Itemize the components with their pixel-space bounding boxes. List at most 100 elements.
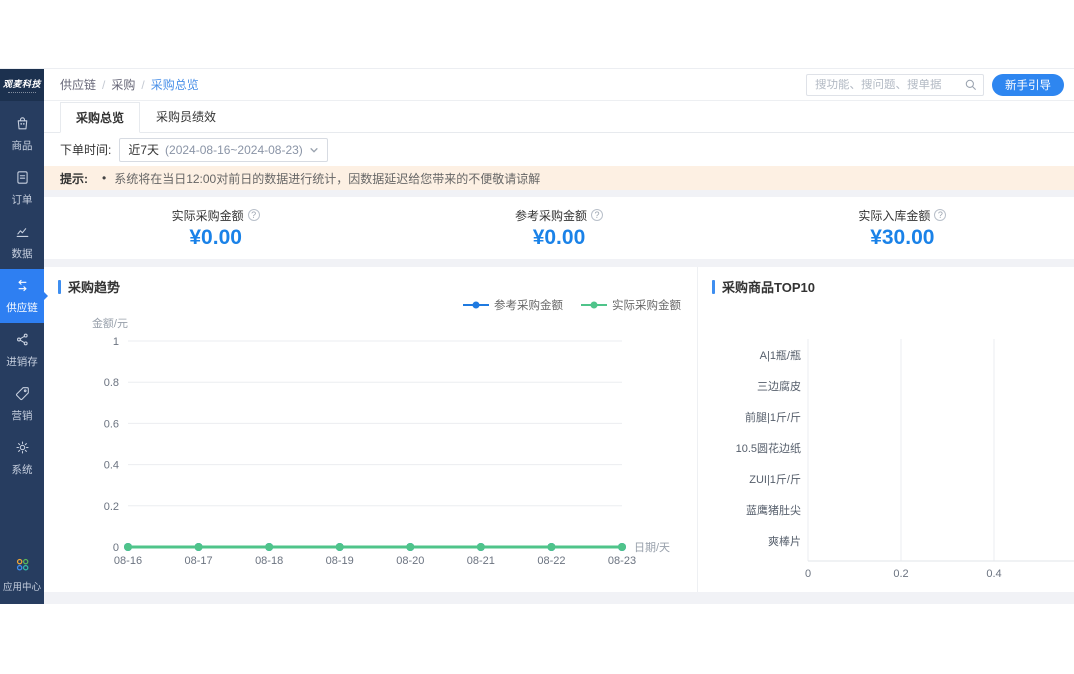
trend-line-chart: 0 0.2 0.4 0.6 0.8 1 金额/元 08-16 08-17 08-18 08-19 08… (92, 316, 670, 567)
sidebar-item-进销存[interactable]: 进销存 (0, 323, 44, 377)
app-grid-icon (14, 556, 31, 576)
svg-text:08-18: 08-18 (255, 555, 283, 567)
supply-chain-icon (14, 277, 31, 297)
svg-text:0.4: 0.4 (986, 568, 1001, 580)
metric-label: 实际采购金额 (171, 208, 244, 223)
help-question-icon[interactable]: ? (934, 209, 947, 221)
bag-icon (14, 115, 31, 135)
sidebar-item-label: 供应链 (6, 302, 38, 314)
svg-text:1: 1 (113, 336, 119, 348)
metric-value: ¥30.00 (870, 225, 935, 249)
svg-text:0.8: 0.8 (104, 377, 119, 389)
svg-text:0: 0 (805, 568, 811, 580)
sidebar-item-label: 营销 (11, 410, 33, 422)
order-icon (14, 169, 31, 189)
marketing-tag-icon (14, 385, 31, 405)
svg-text:08-21: 08-21 (467, 555, 495, 567)
metric-value: ¥0.00 (532, 225, 586, 249)
svg-text:10.5圆花边纸: 10.5圆花边纸 (736, 442, 801, 455)
sidebar-item-label: 数据 (11, 248, 33, 260)
svg-text:0.2: 0.2 (104, 501, 119, 513)
breadcrumb-item-采购总览: 采购总览 (150, 78, 199, 92)
sidebar-item-label: 应用中心 (2, 581, 41, 593)
svg-text:0.2: 0.2 (893, 568, 908, 580)
metric-label: 实际入库金额 (858, 208, 931, 223)
notice-bullet: • (102, 171, 107, 185)
svg-text:08-23: 08-23 (608, 555, 636, 567)
breadcrumb-separator: / (141, 77, 145, 92)
notice-label: 提示: (60, 171, 88, 186)
svg-text:08-16: 08-16 (114, 555, 142, 567)
search-icon[interactable] (964, 78, 977, 91)
svg-text:0.6: 0.6 (104, 418, 119, 430)
sidebar-item-label: 订单 (11, 194, 33, 206)
metric-参考采购金额: 参考采购金额? ¥0.00 (387, 197, 730, 259)
sidebar-item-系统[interactable]: 系统 (0, 431, 44, 485)
purchase-trend-panel: 采购趋势 参考采购金额 实际采购金额 0 0.2 0.4 0.6 0.8 1 金额/元 08-1… (44, 267, 697, 592)
tab-bar: 采购总览 采购员绩效 (44, 101, 1074, 133)
metric-实际采购金额: 实际采购金额? ¥0.00 (44, 197, 387, 259)
sidebar-item-数据[interactable]: 数据 (0, 215, 44, 269)
metric-value: ¥0.00 (189, 225, 242, 249)
newbie-guide-button[interactable]: 新手引导 (992, 73, 1064, 96)
svg-text:08-22: 08-22 (537, 555, 565, 567)
search-box[interactable] (806, 73, 984, 96)
svg-text:08-20: 08-20 (396, 555, 424, 567)
inventory-nodes-icon (14, 331, 31, 351)
brand-logo[interactable]: 观麦科技 (0, 69, 44, 101)
svg-text:08-17: 08-17 (185, 555, 213, 567)
svg-text:0: 0 (113, 542, 119, 554)
notice-bar: 提示: • 系统将在当日12:00对前日的数据进行统计，因数据延迟给您带来的不便… (44, 166, 1074, 190)
help-question-icon[interactable]: ? (591, 209, 603, 221)
filter-row: 下单时间: 近7天 (2024-08-16~2024-08-23) (44, 133, 1074, 166)
svg-text:三边腐皮: 三边腐皮 (757, 379, 801, 393)
top10-panel: 采购商品TOP10 0 0.2 0.4 A|1瓶/瓶 三边腐皮 前腿|1斤/斤 10.5圆花… (697, 267, 1074, 592)
metrics-card: 实际采购金额? ¥0.00 参考采购金额? ¥0.00 实际入库金额? ¥30.00 (44, 197, 1074, 259)
page: 观麦科技 商品订单数据供应链进销存营销系统 应用中心 供应链/采购/采购总览 新… (0, 0, 1074, 674)
breadcrumb-item-供应链[interactable]: 供应链 (60, 76, 96, 93)
sidebar-item-label: 商品 (11, 140, 33, 152)
header-bar: 供应链 / 采购 / 采购总览 新手引导 (44, 69, 1074, 101)
date-range-detail: (2024-08-16~2024-08-23) (165, 142, 303, 157)
svg-text:0.4: 0.4 (104, 460, 119, 472)
sidebar-item-供应链[interactable]: 供应链 (0, 269, 48, 323)
tab-采购员绩效[interactable]: 采购员绩效 (140, 101, 232, 132)
sidebar: 观麦科技 商品订单数据供应链进销存营销系统 应用中心 (0, 69, 48, 604)
charts-card: 采购趋势 参考采购金额 实际采购金额 0 0.2 0.4 0.6 0.8 1 金额/元 08-1… (44, 267, 1074, 592)
sidebar-menu: 商品订单数据供应链进销存营销系统 (0, 107, 48, 485)
metric-实际入库金额: 实际入库金额? ¥30.00 (731, 197, 1074, 259)
help-question-icon[interactable]: ? (247, 209, 260, 221)
chevron-down-icon (310, 147, 318, 153)
breadcrumb: 供应链 / 采购 / 采购总览 (60, 76, 199, 93)
sidebar-item-商品[interactable]: 商品 (0, 107, 44, 161)
date-range-main: 近7天 (128, 143, 160, 157)
top10-bar-chart: 0 0.2 0.4 A|1瓶/瓶三边腐皮前腿|1斤/斤 10.5圆花边纸 ZUI|1斤/斤… (736, 339, 1074, 580)
date-range-select[interactable]: 近7天 (2024-08-16~2024-08-23) (119, 137, 328, 162)
svg-text:A|1瓶/瓶: A|1瓶/瓶 (760, 348, 801, 362)
sidebar-item-app-center[interactable]: 应用中心 (0, 550, 44, 598)
breadcrumb-separator: / (102, 77, 106, 92)
svg-text:08-19: 08-19 (326, 555, 354, 567)
brand-logo-subline (8, 92, 36, 93)
data-chart-icon (14, 223, 31, 243)
tab-采购总览[interactable]: 采购总览 (60, 102, 141, 133)
brand-logo-text: 观麦科技 (2, 79, 41, 89)
svg-text:ZUI|1斤/斤: ZUI|1斤/斤 (749, 473, 801, 486)
main-content: 采购总览 采购员绩效 下单时间: 近7天 (2024-08-16~2024-08-… (44, 101, 1074, 604)
svg-text:爽棒片: 爽棒片 (768, 534, 801, 548)
gear-icon (14, 439, 31, 459)
sidebar-item-营销[interactable]: 营销 (0, 377, 44, 431)
app-window: 观麦科技 商品订单数据供应链进销存营销系统 应用中心 供应链/采购/采购总览 新… (0, 68, 1074, 604)
svg-text:日期/天: 日期/天 (634, 541, 670, 554)
notice-text: 系统将在当日12:00对前日的数据进行统计，因数据延迟给您带来的不便敬请谅解 (114, 171, 541, 186)
search-input[interactable] (815, 78, 964, 91)
breadcrumb-item-采购[interactable]: 采购 (111, 76, 135, 93)
metric-label: 参考采购金额 (514, 208, 587, 223)
order-time-label: 下单时间: (60, 143, 112, 157)
svg-text:前腿|1斤/斤: 前腿|1斤/斤 (745, 410, 801, 424)
sidebar-item-订单[interactable]: 订单 (0, 161, 44, 215)
svg-text:蓝鹰猪肚尖: 蓝鹰猪肚尖 (746, 503, 801, 517)
sidebar-item-label: 系统 (11, 464, 33, 476)
sidebar-item-label: 进销存 (6, 356, 38, 368)
svg-text:金额/元: 金额/元 (92, 316, 128, 330)
